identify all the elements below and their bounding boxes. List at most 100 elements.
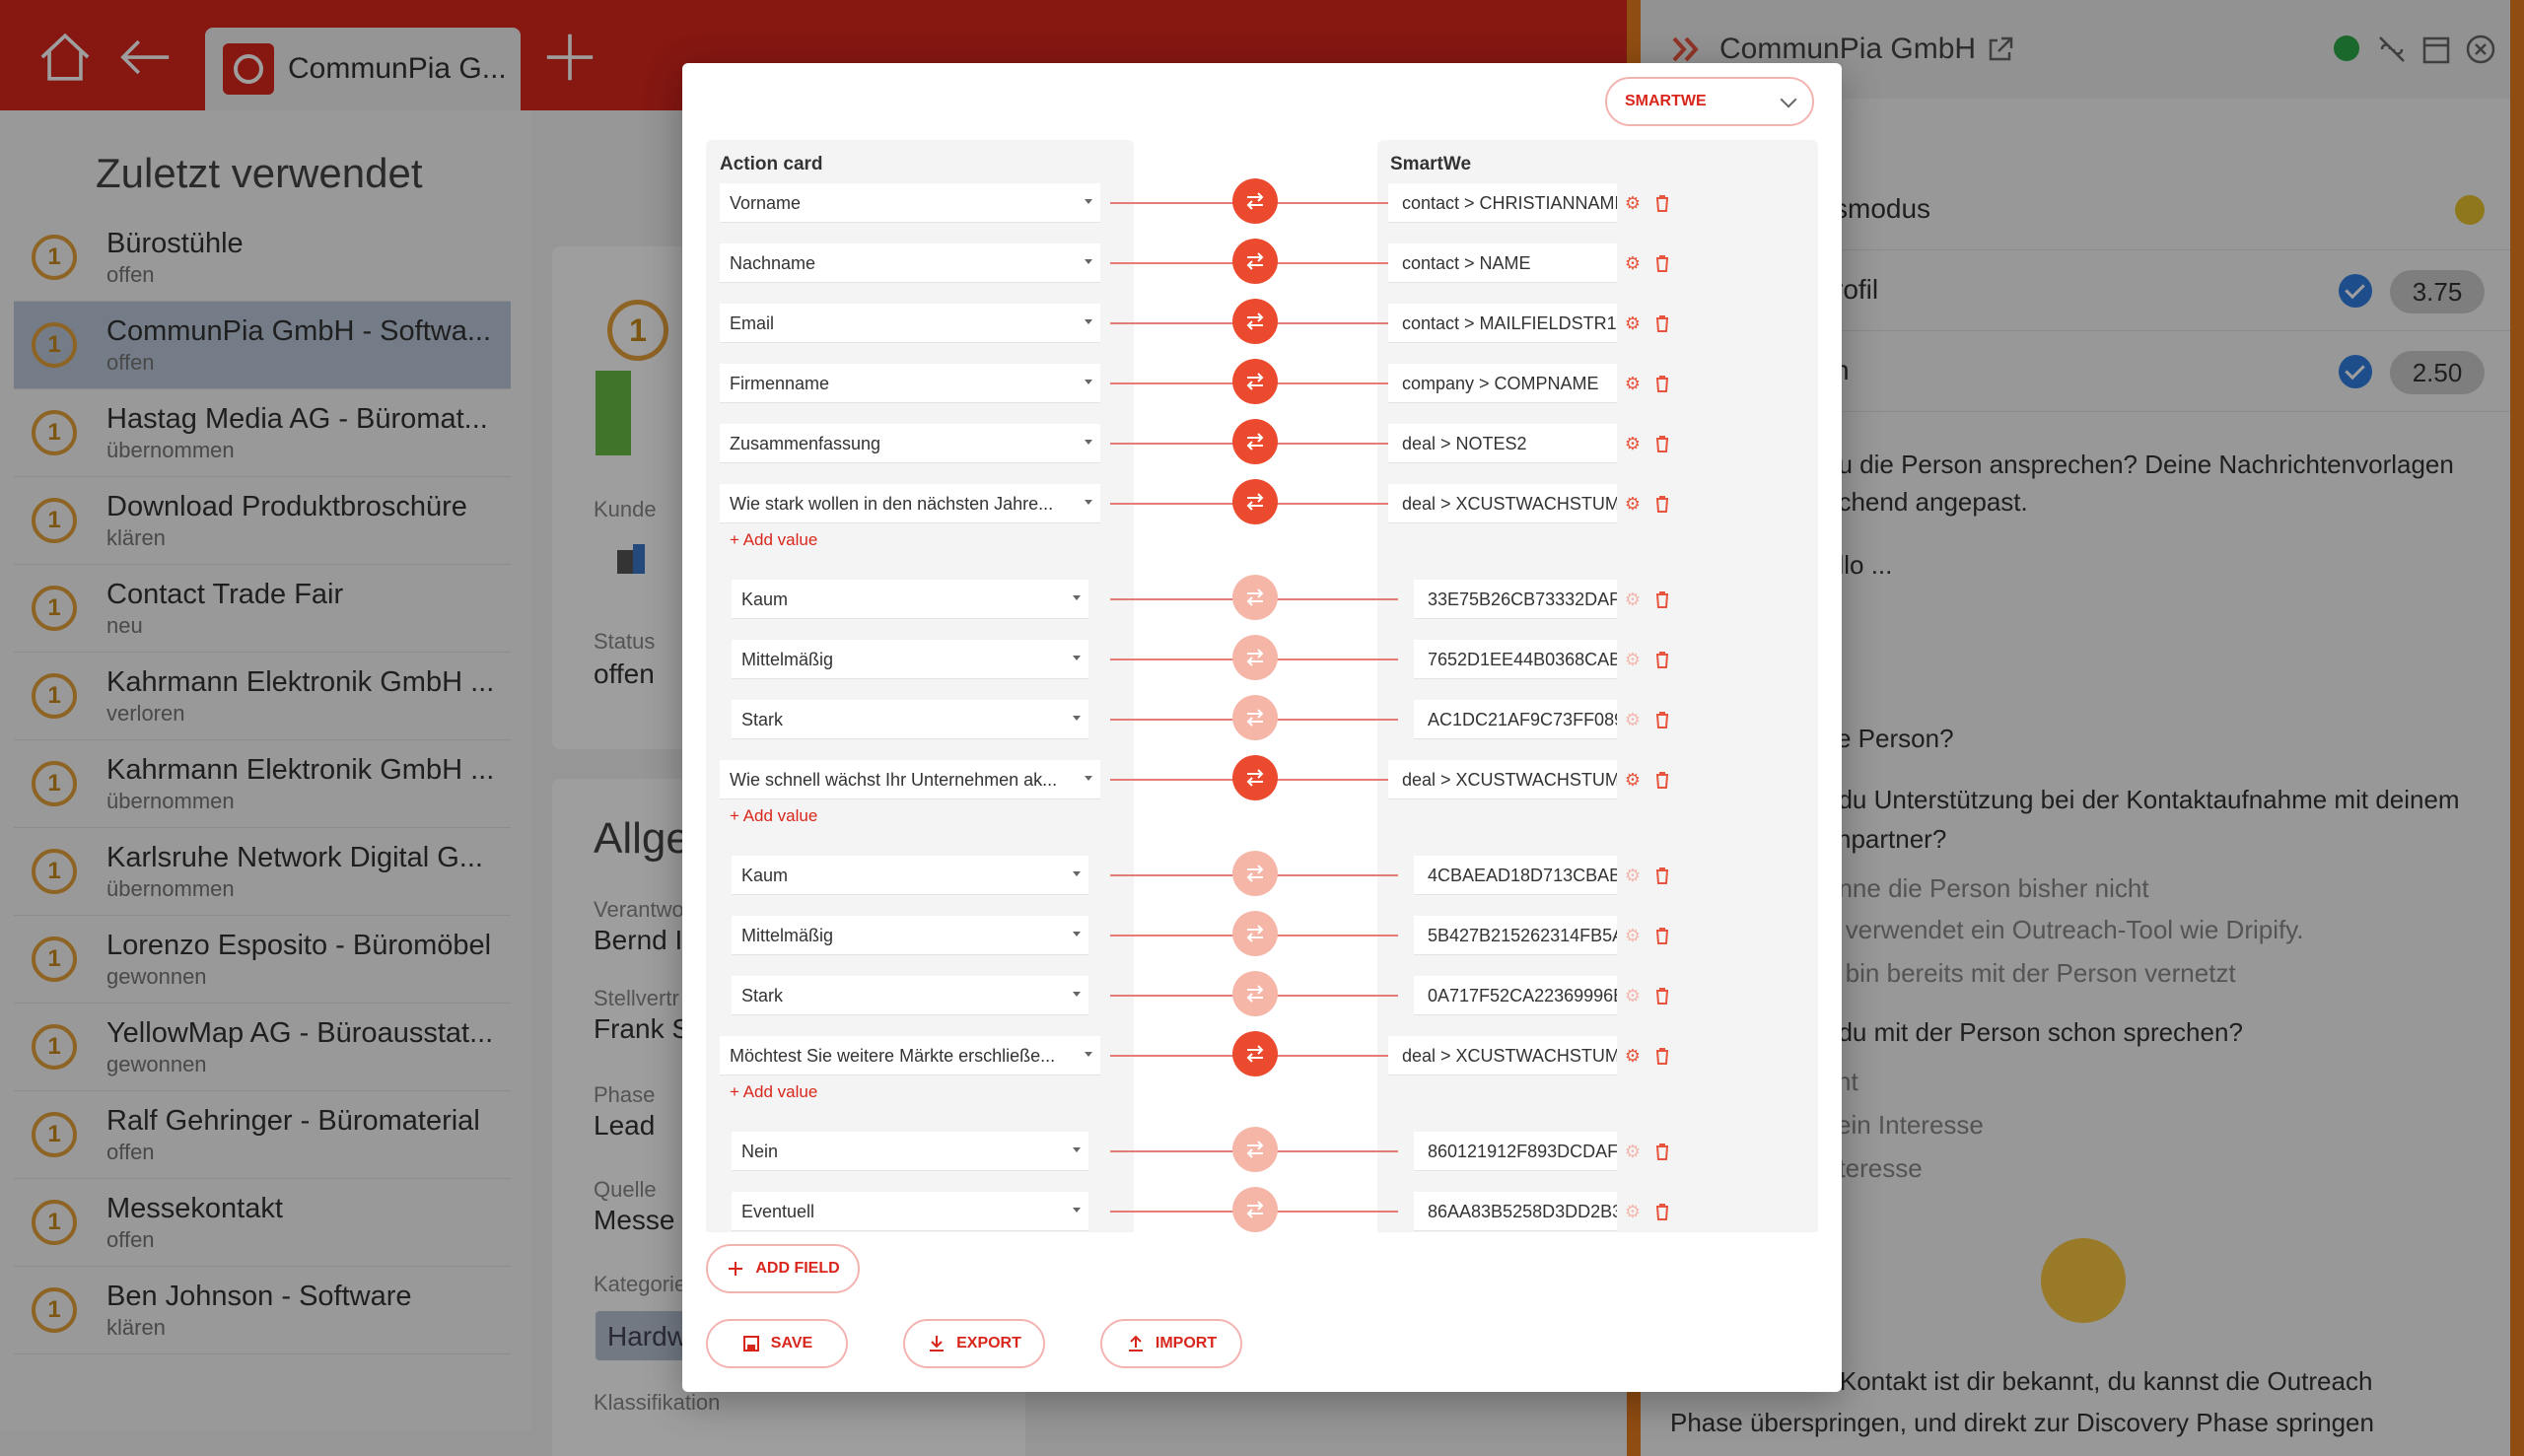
swap-icon[interactable]	[1232, 755, 1278, 800]
target-field-value: 4CBAEAD18D713CBAB1D60635E0F	[1428, 866, 1617, 885]
trash-icon[interactable]	[1652, 770, 1672, 790]
trash-icon[interactable]	[1652, 589, 1672, 609]
target-field[interactable]: 86AA83B5258D3DD2B3641F9EDB4	[1414, 1192, 1617, 1231]
trash-icon[interactable]	[1652, 1142, 1672, 1161]
gear-icon[interactable]: ⚙	[1623, 434, 1643, 453]
trash-icon[interactable]	[1652, 434, 1672, 453]
value-mapping-row: Nein 860121912F893DCDAFFF27145EBE ⚙	[706, 1127, 1818, 1172]
gear-icon[interactable]: ⚙	[1623, 770, 1643, 790]
target-field[interactable]: deal > XCUSTWACHSTUM_WACHS_A	[1388, 760, 1617, 799]
field-mapping-row: Email contact > MAILFIELDSTR1 ⚙	[706, 299, 1818, 344]
source-field-select[interactable]: Möchtest Sie weitere Märkte erschließe..…	[720, 1036, 1100, 1075]
target-field-value: 86AA83B5258D3DD2B3641F9EDB4	[1428, 1202, 1617, 1221]
target-field[interactable]: 0A717F52CA22369996B0DF45FA9F	[1414, 976, 1617, 1015]
trash-icon[interactable]	[1652, 986, 1672, 1005]
gear-icon[interactable]: ⚙	[1623, 374, 1643, 393]
trash-icon[interactable]	[1652, 253, 1672, 273]
source-field-select[interactable]: Kaum	[732, 856, 1088, 895]
target-field[interactable]: deal > XCUSTWACHSTUM_MAERKTE	[1388, 1036, 1617, 1075]
source-field-select[interactable]: Eventuell	[732, 1192, 1088, 1231]
target-field[interactable]: contact > MAILFIELDSTR1	[1388, 304, 1617, 343]
gear-icon[interactable]: ⚙	[1623, 313, 1643, 333]
swap-icon[interactable]	[1232, 1187, 1278, 1232]
trash-icon[interactable]	[1652, 866, 1672, 885]
source-field-select[interactable]: Nein	[732, 1132, 1088, 1171]
target-field[interactable]: contact > CHRISTIANNAME	[1388, 183, 1617, 223]
import-button[interactable]: IMPORT	[1100, 1319, 1242, 1368]
trash-icon[interactable]	[1652, 650, 1672, 669]
gear-icon[interactable]: ⚙	[1623, 866, 1643, 885]
source-field-select[interactable]: Mittelmäßig	[732, 640, 1088, 679]
trash-icon[interactable]	[1652, 1046, 1672, 1066]
gear-icon[interactable]: ⚙	[1623, 650, 1643, 669]
trash-icon[interactable]	[1652, 710, 1672, 729]
field-mapping-row: Zusammenfassung deal > NOTES2 ⚙	[706, 419, 1818, 464]
caret-down-icon	[1085, 380, 1092, 384]
export-button[interactable]: EXPORT	[903, 1319, 1045, 1368]
add-value-link[interactable]: + Add value	[730, 806, 817, 826]
gear-icon[interactable]: ⚙	[1623, 193, 1643, 213]
gear-icon[interactable]: ⚙	[1623, 710, 1643, 729]
target-field[interactable]: deal > XCUSTWACHSTUM_WACHSEN	[1388, 484, 1617, 523]
target-system-select[interactable]: SMARTWE	[1605, 77, 1814, 126]
source-field-select[interactable]: Firmenname	[720, 364, 1100, 403]
trash-icon[interactable]	[1652, 193, 1672, 213]
source-field-select[interactable]: Nachname	[720, 243, 1100, 283]
target-field[interactable]: deal > NOTES2	[1388, 424, 1617, 463]
target-field-value: contact > CHRISTIANNAME	[1402, 193, 1617, 213]
add-value-link[interactable]: + Add value	[730, 1082, 817, 1102]
source-field-select[interactable]: Wie schnell wächst Ihr Unternehmen ak...	[720, 760, 1100, 799]
gear-icon[interactable]: ⚙	[1623, 1202, 1643, 1221]
swap-icon[interactable]	[1232, 1031, 1278, 1076]
swap-icon[interactable]	[1232, 851, 1278, 896]
swap-icon[interactable]	[1232, 479, 1278, 524]
swap-icon[interactable]	[1232, 575, 1278, 620]
target-field[interactable]: 33E75B26CB73332DAF492483A1B/	[1414, 580, 1617, 619]
save-button[interactable]: SAVE	[706, 1319, 848, 1368]
source-field-select[interactable]: Mittelmäßig	[732, 916, 1088, 955]
swap-icon[interactable]	[1232, 299, 1278, 344]
gear-icon[interactable]: ⚙	[1623, 986, 1643, 1005]
trash-icon[interactable]	[1652, 926, 1672, 945]
trash-icon[interactable]	[1652, 313, 1672, 333]
gear-icon[interactable]: ⚙	[1623, 589, 1643, 609]
target-field[interactable]: AC1DC21AF9C73FF089C853F1707!	[1414, 700, 1617, 739]
swap-icon[interactable]	[1232, 239, 1278, 284]
value-mapping-row: Kaum 33E75B26CB73332DAF492483A1B/ ⚙	[706, 575, 1818, 620]
trash-icon[interactable]	[1652, 374, 1672, 393]
target-field[interactable]: company > COMPNAME	[1388, 364, 1617, 403]
swap-icon[interactable]	[1232, 1127, 1278, 1172]
trash-icon[interactable]	[1652, 494, 1672, 514]
source-field-select[interactable]: Stark	[732, 700, 1088, 739]
swap-icon[interactable]	[1232, 635, 1278, 680]
source-field-select[interactable]: Kaum	[732, 580, 1088, 619]
source-field-select[interactable]: Zusammenfassung	[720, 424, 1100, 463]
swap-icon[interactable]	[1232, 695, 1278, 740]
swap-icon[interactable]	[1232, 911, 1278, 956]
trash-icon[interactable]	[1652, 1202, 1672, 1221]
target-field[interactable]: contact > NAME	[1388, 243, 1617, 283]
add-field-button[interactable]: ADD FIELD	[706, 1244, 860, 1293]
caret-down-icon	[1073, 595, 1081, 600]
target-field[interactable]: 4CBAEAD18D713CBAB1D60635E0F	[1414, 856, 1617, 895]
swap-icon[interactable]	[1232, 971, 1278, 1016]
source-field-select[interactable]: Wie stark wollen in den nächsten Jahre..…	[720, 484, 1100, 523]
field-mapping-row: Möchtest Sie weitere Märkte erschließe..…	[706, 1031, 1818, 1076]
source-field-select[interactable]: Stark	[732, 976, 1088, 1015]
caret-down-icon	[1085, 500, 1092, 505]
swap-icon[interactable]	[1232, 419, 1278, 464]
target-field[interactable]: 5B427B215262314FB5AF7239877D	[1414, 916, 1617, 955]
target-field[interactable]: 7652D1EE44B0368CABB08775D09!	[1414, 640, 1617, 679]
caret-down-icon	[1085, 1052, 1092, 1057]
gear-icon[interactable]: ⚙	[1623, 926, 1643, 945]
add-value-link[interactable]: + Add value	[730, 530, 817, 550]
swap-icon[interactable]	[1232, 359, 1278, 404]
source-field-select[interactable]: Email	[720, 304, 1100, 343]
swap-icon[interactable]	[1232, 178, 1278, 224]
gear-icon[interactable]: ⚙	[1623, 1046, 1643, 1066]
target-field[interactable]: 860121912F893DCDAFFF27145EBE	[1414, 1132, 1617, 1171]
gear-icon[interactable]: ⚙	[1623, 494, 1643, 514]
source-field-select[interactable]: Vorname	[720, 183, 1100, 223]
gear-icon[interactable]: ⚙	[1623, 1142, 1643, 1161]
gear-icon[interactable]: ⚙	[1623, 253, 1643, 273]
